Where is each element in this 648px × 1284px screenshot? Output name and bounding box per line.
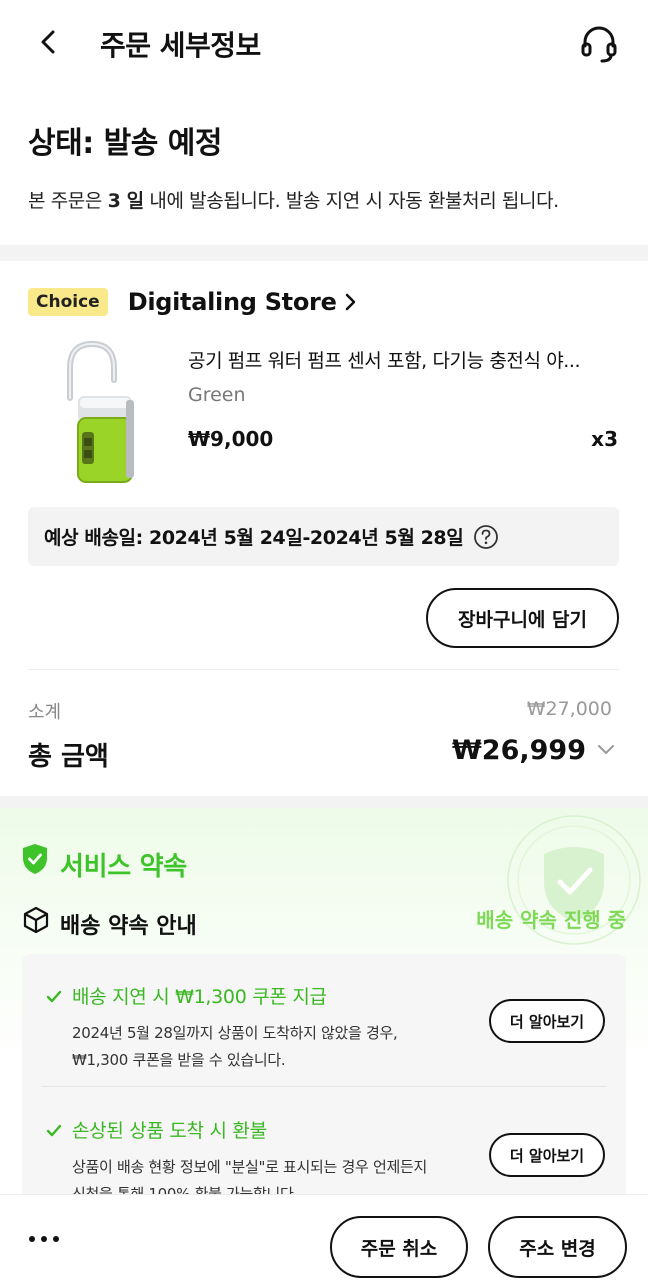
- estimated-delivery-box: 예상 배송일: 2024년 5월 24일-2024년 5월 28일: [28, 507, 619, 566]
- product-price: ₩9,000: [188, 427, 274, 451]
- status-desc-suffix: 내에 발송됩니다. 발송 지연 시 자동 환불처리 됩니다.: [143, 190, 559, 212]
- promise-item-title: 손상된 상품 도착 시 환불: [72, 1120, 267, 1142]
- box-icon: [23, 906, 49, 934]
- bottom-action-bar: 주문 취소 주소 변경: [0, 1194, 648, 1284]
- promise-item-desc-line: 신청을 통해 100% 환불 가능합니다.: [72, 1185, 299, 1194]
- customer-support-button[interactable]: [578, 22, 620, 64]
- check-icon: [46, 990, 62, 1003]
- change-address-button[interactable]: 주소 변경: [488, 1216, 627, 1278]
- question-circle-icon[interactable]: [473, 524, 499, 550]
- status-desc-prefix: 본 주문은: [28, 190, 108, 212]
- promise-card: 배송 지연 시 ₩1,300 쿠폰 지급 2024년 5월 28일까지 상품이 …: [22, 954, 626, 1194]
- product-image[interactable]: [40, 338, 170, 488]
- air-pump-product-image: [67, 340, 134, 483]
- promise-item-title: 배송 지연 시 ₩1,300 쿠폰 지급: [72, 986, 327, 1008]
- service-promise-section: 서비스 약속 배송 약속 안내 배송 약속 진행 중 배송 지연 시 ₩1,30…: [0, 808, 648, 1194]
- store-name: Digitaling Store: [127, 288, 337, 316]
- back-button[interactable]: [34, 26, 66, 58]
- status-title: 상태: 발송 예정: [28, 126, 223, 161]
- add-to-cart-button[interactable]: 장바구니에 담기: [426, 588, 619, 648]
- total-label: 총 금액: [28, 742, 109, 772]
- promise-item-desc-line: 2024년 5월 28일까지 상품이 도착하지 않았을 경우,: [72, 1024, 398, 1042]
- product-variant: Green: [188, 384, 246, 406]
- total-value[interactable]: ₩26,999: [452, 735, 586, 766]
- promise-item-description: 2024년 5월 28일까지 상품이 도착하지 않았을 경우, ₩1,300 쿠…: [72, 1020, 472, 1074]
- check-icon: [46, 1124, 62, 1137]
- section-divider: [0, 245, 648, 261]
- learn-more-button[interactable]: 더 알아보기: [489, 999, 605, 1043]
- subtotal-value: ₩27,000: [526, 698, 612, 720]
- status-desc-days: 3 일: [107, 190, 145, 212]
- status-description: 본 주문은 3 일 내에 발송됩니다. 발송 지연 시 자동 환불처리 됩니다.: [28, 186, 628, 213]
- shield-watermark-icon: [507, 815, 641, 945]
- product-quantity: x3: [591, 427, 618, 451]
- learn-more-button[interactable]: 더 알아보기: [489, 1133, 605, 1177]
- promise-item-desc-line: 상품이 배송 현황 정보에 "분실"로 표시되는 경우 언제든지: [72, 1158, 427, 1176]
- promise-item-description: 상품이 배송 현황 정보에 "분실"로 표시되는 경우 언제든지 신청을 통해 …: [72, 1154, 472, 1194]
- choice-badge: Choice: [28, 288, 108, 316]
- page-title: 주문 세부정보: [100, 29, 261, 62]
- service-title: 서비스 약속: [60, 852, 187, 882]
- delivery-promise-status: 배송 약속 진행 중: [476, 908, 626, 932]
- headset-icon: [581, 26, 617, 63]
- chevron-left-icon: [41, 30, 55, 54]
- section-divider: [0, 796, 648, 808]
- shield-check-icon: [23, 844, 47, 874]
- promise-item-desc-line: ₩1,300 쿠폰을 받을 수 있습니다.: [72, 1051, 286, 1069]
- cancel-order-button[interactable]: 주문 취소: [330, 1216, 468, 1278]
- chevron-down-icon[interactable]: [596, 742, 616, 758]
- chevron-right-icon: [345, 293, 355, 311]
- product-title[interactable]: 공기 펌프 워터 펌프 센서 포함, 다기능 충전식 야...: [188, 346, 618, 373]
- app-header: 주문 세부정보: [0, 0, 648, 90]
- store-link[interactable]: Choice Digitaling Store: [28, 284, 357, 320]
- estimated-delivery-text: 예상 배송일: 2024년 5월 24일-2024년 5월 28일: [44, 527, 464, 549]
- more-dots-icon[interactable]: [26, 1231, 62, 1247]
- divider: [28, 669, 619, 670]
- divider: [42, 1086, 606, 1087]
- order-status-section: 상태: 발송 예정 본 주문은 3 일 내에 발송됩니다. 발송 지연 시 자동…: [28, 118, 628, 213]
- subtotal-label: 소계: [28, 702, 62, 723]
- delivery-promise-label: 배송 약속 안내: [60, 914, 197, 939]
